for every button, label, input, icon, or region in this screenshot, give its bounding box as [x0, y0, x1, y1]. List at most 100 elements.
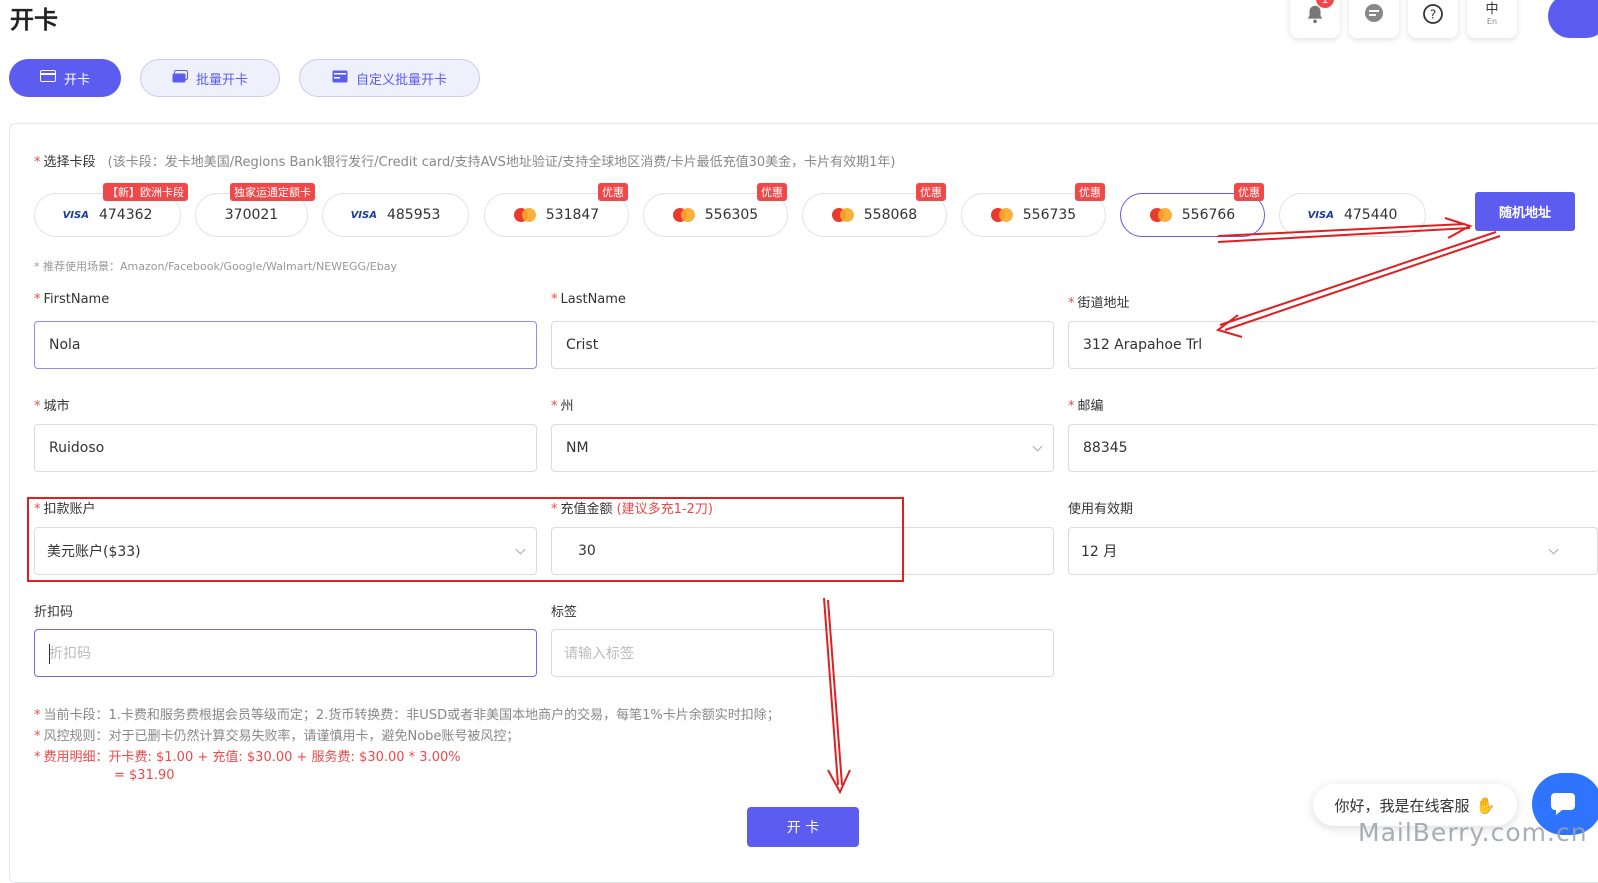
mastercard-icon — [990, 208, 1013, 222]
visa-icon: VISA — [350, 209, 377, 221]
card-option-485953[interactable]: VISA 485953 — [322, 193, 469, 237]
recommended-scenes: * 推荐使用场景：Amazon/Facebook/Google/Walmart/… — [34, 260, 397, 273]
state-select[interactable]: NM — [551, 424, 1054, 472]
city-input[interactable]: Ruidoso — [34, 424, 537, 472]
note-text: 当前卡段：1.卡费和服务费根据会员等级而定；2.货币转换费：非USD或者非美国本… — [43, 708, 780, 723]
random-address-button[interactable]: 随机地址 — [1475, 192, 1575, 231]
card-option-474362[interactable]: VISA 474362 【新】欧洲卡段 — [34, 183, 188, 237]
zip-label: * 邮编 — [1068, 399, 1104, 414]
card-tag: 独家运通定额卡 — [230, 183, 315, 201]
chat-greeting-text: 你好，我是在线客服 — [1334, 796, 1470, 815]
tab-label: 开卡 — [63, 72, 90, 88]
card-number: 556305 — [704, 207, 759, 223]
lastname-label: * LastName — [551, 292, 626, 307]
city-label: * 城市 — [34, 399, 70, 414]
discount-label: 折扣码 — [34, 605, 74, 620]
visa-icon: VISA — [62, 209, 89, 221]
card-tag: 【新】欧洲卡段 — [103, 183, 188, 201]
lang-sub: En — [1486, 17, 1498, 26]
note-text: 风控规则：对于已删卡仍然计算交易失败率，请谨慎用卡，避免Nobe账号被风控； — [43, 729, 520, 744]
language-switch[interactable]: 中 En — [1467, 0, 1517, 38]
mastercard-icon — [513, 208, 536, 222]
street-input[interactable]: 312 Arapahoe Trl — [1068, 321, 1598, 369]
card-option-558068[interactable]: 558068 优惠 — [802, 183, 947, 237]
card-tag: 优惠 — [757, 183, 787, 201]
help-button[interactable]: ? — [1408, 0, 1458, 38]
card-number: 475440 — [1343, 207, 1398, 223]
card-number: 556735 — [1022, 207, 1077, 223]
card-option-370021[interactable]: 370021 独家运通定额卡 — [195, 183, 315, 237]
validity-label: 使用有效期 — [1068, 502, 1134, 517]
firstname-label: * FirstName — [34, 292, 110, 307]
firstname-label-text: FirstName — [43, 292, 110, 307]
avatar[interactable] — [1548, 0, 1598, 38]
card-option-556305[interactable]: 556305 优惠 — [643, 183, 788, 237]
message-icon — [1362, 2, 1386, 30]
state-value: NM — [566, 440, 589, 456]
mastercard-icon — [672, 208, 695, 222]
note-text: 费用明细：开卡费: $1.00 + 充值: $30.00 + 服务费: $30.… — [43, 750, 461, 765]
card-option-556735[interactable]: 556735 优惠 — [961, 183, 1106, 237]
street-label-text: 街道地址 — [1077, 296, 1130, 311]
text-cursor — [49, 644, 50, 664]
tag-input[interactable]: 请输入标签 — [551, 629, 1054, 677]
card-number: 485953 — [386, 207, 441, 223]
wave-hand-icon: ✋ — [1475, 795, 1496, 815]
card-tag: 优惠 — [1075, 183, 1105, 201]
lastname-label-text: LastName — [560, 292, 626, 307]
tag-placeholder: 请输入标签 — [564, 646, 634, 662]
firstname-input[interactable]: Nola — [34, 321, 537, 369]
discount-input[interactable]: 折扣码 — [34, 629, 537, 677]
tab-label: 自定义批量开卡 — [355, 72, 447, 88]
watermark: MailBerry.com.cn — [1358, 818, 1588, 847]
mastercard-icon — [1149, 208, 1172, 222]
lastname-input[interactable]: Crist — [551, 321, 1054, 369]
card-tag: 优惠 — [1234, 183, 1264, 201]
svg-text:?: ? — [1430, 8, 1436, 22]
state-label-text: 州 — [560, 399, 574, 414]
card-option-531847[interactable]: 531847 优惠 — [484, 183, 629, 237]
card-option-475440[interactable]: VISA 475440 — [1279, 193, 1426, 237]
note-risk-rules: * 风控规则：对于已删卡仍然计算交易失败率，请谨慎用卡，避免Nobe账号被风控； — [34, 729, 520, 744]
chevron-down-icon — [1548, 544, 1559, 555]
note-card-segment: * 当前卡段：1.卡费和服务费根据会员等级而定；2.货币转换费：非USD或者非美国… — [34, 708, 780, 723]
card-number: 531847 — [545, 207, 600, 223]
mastercard-icon — [831, 208, 854, 222]
tab-open-card[interactable]: 开卡 — [9, 59, 121, 97]
lang-main: 中 — [1485, 2, 1499, 17]
city-label-text: 城市 — [43, 399, 70, 414]
card-number: 556766 — [1181, 207, 1236, 223]
validity-select[interactable]: 12 月 — [1068, 527, 1598, 575]
tab-custom-batch-open-card[interactable]: 自定义批量开卡 — [299, 59, 480, 97]
tag-label: 标签 — [551, 605, 578, 620]
card-tag: 优惠 — [916, 183, 946, 201]
card-option-556766[interactable]: 556766 优惠 — [1120, 183, 1265, 237]
card-number: 370021 — [224, 207, 279, 223]
open-card-submit-button[interactable]: 开 卡 — [747, 807, 859, 847]
help-icon: ? — [1421, 2, 1445, 30]
card-select-label-text: 选择卡段 — [43, 155, 96, 170]
card-number: 558068 — [863, 207, 918, 223]
card-select-hint: (该卡段：发卡地美国/Regions Bank银行发行/Credit card/… — [107, 155, 896, 170]
annotation-highlight-box — [27, 497, 904, 582]
state-label: * 州 — [551, 399, 574, 414]
zip-label-text: 邮编 — [1077, 399, 1104, 414]
cards-icon — [172, 69, 188, 87]
card-number: 474362 — [98, 207, 153, 223]
page-title: 开卡 — [10, 6, 58, 34]
chevron-down-icon — [1032, 441, 1043, 452]
validity-value: 12 月 — [1081, 544, 1118, 560]
visa-icon: VISA — [1307, 209, 1334, 221]
message-button[interactable] — [1349, 0, 1399, 38]
discount-placeholder: 折扣码 — [49, 646, 91, 662]
tab-batch-open-card[interactable]: 批量开卡 — [140, 59, 280, 97]
card-icon — [39, 70, 56, 86]
zip-input[interactable]: 88345 — [1068, 424, 1598, 472]
card-tag: 优惠 — [598, 183, 628, 201]
tab-label: 批量开卡 — [195, 72, 248, 88]
notification-button[interactable]: 1 — [1290, 0, 1340, 38]
note-fee-detail: * 费用明细：开卡费: $1.00 + 充值: $30.00 + 服务费: $30… — [34, 750, 461, 765]
chat-bubble-icon — [1550, 792, 1576, 820]
card-edit-icon — [332, 70, 348, 87]
note-fee-total: = $31.90 — [114, 768, 175, 783]
